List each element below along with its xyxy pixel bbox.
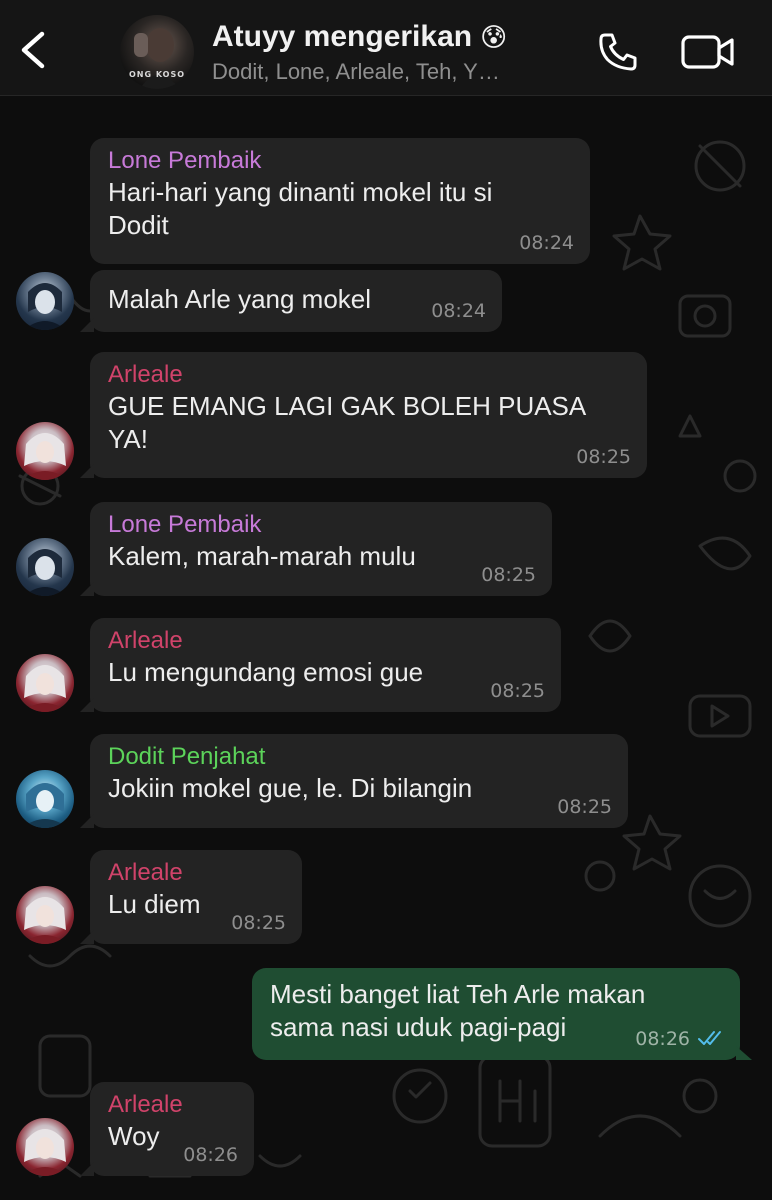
phone-call-icon[interactable] xyxy=(596,30,640,74)
bubble-tail xyxy=(80,318,94,332)
chat-title[interactable]: Atuyy mengerikan 😰 xyxy=(212,20,507,54)
message-time: 08:24 xyxy=(431,300,486,322)
message-text-line: Mesti banget liat Teh Arle makan xyxy=(270,979,646,1009)
avatar-lone[interactable] xyxy=(16,272,74,330)
group-avatar-caption: ONG KOSO xyxy=(128,70,186,79)
message-text-line: Malah Arle yang mokel xyxy=(108,284,372,314)
back-arrow-icon[interactable] xyxy=(14,26,54,74)
message-time: 08:25 xyxy=(490,680,545,702)
bubble-tail xyxy=(80,930,94,944)
message-text-line: GUE EMANG LAGI GAK BOLEH PUASA xyxy=(108,391,587,421)
message-text-line: YA! xyxy=(108,424,148,454)
message-sender[interactable]: Lone Pembaik xyxy=(108,146,574,176)
message-bubble[interactable]: Dodit Penjahat Jokiin mokel gue, le. Di … xyxy=(80,734,628,828)
message-sender[interactable]: Arleale xyxy=(108,858,286,888)
message-time: 08:24 xyxy=(519,232,574,254)
message-bubble[interactable]: Malah Arle yang mokel 08:24 xyxy=(80,270,502,332)
message-text-line: Dodit xyxy=(108,210,169,240)
message-text-line: Lu mengundang emosi gue xyxy=(108,657,424,687)
avatar-image xyxy=(22,897,68,944)
chat-header: ONG KOSO Atuyy mengerikan 😰 Dodit, Lone, … xyxy=(0,0,772,96)
bubble-tail xyxy=(80,582,94,596)
message-time: 08:25 xyxy=(557,796,612,818)
avatar-image xyxy=(24,549,66,596)
message-sender[interactable]: Dodit Penjahat xyxy=(108,742,612,772)
avatar-image xyxy=(22,665,68,712)
outgoing-message-bubble[interactable]: Mesti banget liat Teh Arle makan sama na… xyxy=(252,968,752,1060)
group-avatar[interactable]: ONG KOSO xyxy=(120,15,194,89)
message-text-line: Hari-hari yang dinanti mokel itu si xyxy=(108,177,493,207)
avatar-image xyxy=(22,783,68,828)
bubble-tail xyxy=(80,698,94,712)
message-bubble[interactable]: Lone Pembaik Hari-hari yang dinanti moke… xyxy=(90,138,590,264)
bubble-tail xyxy=(80,814,94,828)
read-receipt-double-check-icon xyxy=(698,1031,721,1045)
message-text-line: Kalem, marah-marah mulu xyxy=(108,541,416,571)
anxious-face-emoji-icon: 😰 xyxy=(480,23,508,53)
message-time: 08:25 xyxy=(231,912,286,934)
message-sender[interactable]: Arleale xyxy=(108,626,545,656)
avatar-image xyxy=(22,433,68,480)
message-bubble[interactable]: Arleale GUE EMANG LAGI GAK BOLEH PUASA Y… xyxy=(80,352,647,478)
avatar-arleale[interactable] xyxy=(16,1118,74,1176)
message-bubble[interactable]: Arleale Lu mengundang emosi gue 08:25 xyxy=(80,618,561,712)
bubble-tail xyxy=(80,464,94,478)
message-time: 08:25 xyxy=(481,564,536,586)
message-bubble[interactable]: Arleale Woy 08:26 xyxy=(80,1082,254,1176)
message-sender[interactable]: Arleale xyxy=(108,360,631,390)
chat-title-text: Atuyy mengerikan xyxy=(212,20,473,53)
message-sender[interactable]: Lone Pembaik xyxy=(108,510,536,540)
message-bubble[interactable]: Arleale Lu diem 08:25 xyxy=(80,850,302,944)
avatar-lone[interactable] xyxy=(16,538,74,596)
avatar-arleale[interactable] xyxy=(16,886,74,944)
video-call-icon[interactable] xyxy=(680,32,736,72)
avatar-image xyxy=(24,283,66,330)
avatar-arleale[interactable] xyxy=(16,654,74,712)
avatar-dodit[interactable] xyxy=(16,770,74,828)
message-sender[interactable]: Arleale xyxy=(108,1090,238,1120)
message-bubble[interactable]: Lone Pembaik Kalem, marah-marah mulu 08:… xyxy=(80,502,552,596)
avatar-arleale[interactable] xyxy=(16,422,74,480)
chat-members-subtitle[interactable]: Dodit, Lone, Arleale, Teh, Y… xyxy=(212,59,500,85)
message-text-line: Jokiin mokel gue, le. Di bilangin xyxy=(108,773,473,803)
avatar-image xyxy=(22,1129,68,1176)
message-time: 08:26 xyxy=(183,1144,238,1166)
bubble-tail xyxy=(736,1046,752,1060)
chat-messages-area[interactable]: Lone Pembaik Hari-hari yang dinanti moke… xyxy=(0,96,772,1200)
message-time: 08:26 xyxy=(635,1028,690,1050)
bubble-tail xyxy=(80,1162,94,1176)
message-time: 08:25 xyxy=(576,446,631,468)
